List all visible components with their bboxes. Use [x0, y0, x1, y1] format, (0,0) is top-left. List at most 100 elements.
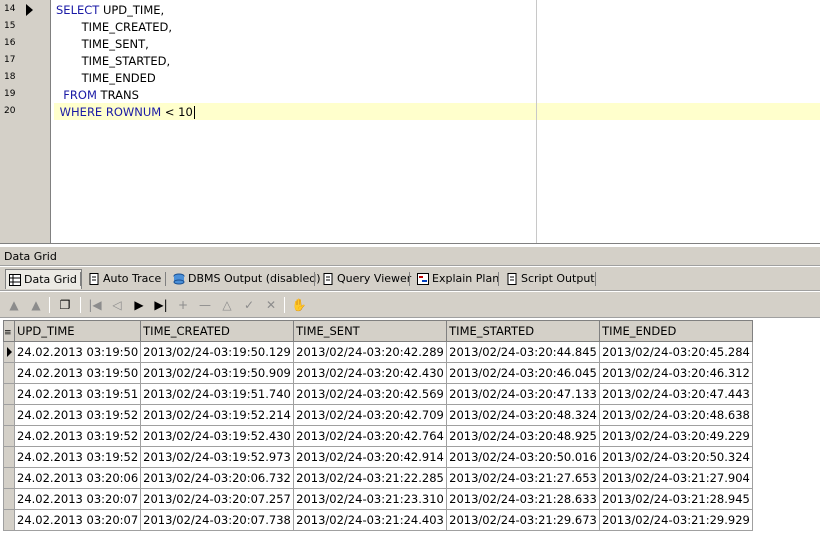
insert-icon[interactable]: +: [174, 296, 192, 314]
row-indicator[interactable]: [3, 446, 15, 468]
row-indicator[interactable]: [3, 383, 15, 405]
tab-data-grid[interactable]: Data Grid: [5, 269, 82, 289]
table-row[interactable]: 24.02.2013 03:20:07 2013/02/24-03:20:07.2…: [3, 488, 753, 510]
column-header[interactable]: UPD_TIME: [13, 320, 142, 342]
column-header[interactable]: TIME_STARTED: [446, 320, 601, 342]
tab-separator: [409, 272, 410, 286]
table-row[interactable]: 24.02.2013 03:19:51 2013/02/24-03:19:51.7…: [3, 383, 753, 405]
table-cell[interactable]: 24.02.2013 03:19:52: [13, 425, 142, 447]
table-cell[interactable]: 2013/02/24-03:19:50.129: [140, 341, 295, 363]
copy-icon[interactable]: ❐: [56, 296, 74, 314]
table-row[interactable]: 24.02.2013 03:20:07 2013/02/24-03:20:07.7…: [3, 509, 753, 531]
row-indicator[interactable]: [3, 488, 15, 510]
table-cell[interactable]: 2013/02/24-03:20:42.569: [293, 383, 448, 405]
table-cell[interactable]: 2013/02/24-03:19:52.214: [140, 404, 295, 426]
table-row[interactable]: 24.02.2013 03:19:52 2013/02/24-03:19:52.9…: [3, 446, 753, 468]
post-icon[interactable]: ✓: [240, 296, 258, 314]
hand-icon[interactable]: ✋: [290, 296, 308, 314]
export-icon[interactable]: ▲: [27, 296, 45, 314]
table-cell[interactable]: 24.02.2013 03:19:50: [13, 341, 142, 363]
import-icon[interactable]: ▲: [5, 296, 23, 314]
tab-dbms-output[interactable]: DBMS Output (disabled): [170, 269, 325, 289]
sql-text: TRANS: [96, 88, 139, 102]
table-cell[interactable]: 2013/02/24-03:20:48.638: [599, 404, 753, 426]
table-row[interactable]: 24.02.2013 03:20:06 2013/02/24-03:20:06.7…: [3, 467, 753, 489]
table-row[interactable]: 24.02.2013 03:19:52 2013/02/24-03:19:52.4…: [3, 425, 753, 447]
cancel-icon[interactable]: ✕: [262, 296, 280, 314]
table-cell[interactable]: 2013/02/24-03:21:22.285: [293, 467, 448, 489]
tab-query-viewer[interactable]: Query Viewer: [319, 269, 415, 289]
code-line[interactable]: WHERE ROWNUM < 10: [56, 104, 195, 121]
table-cell[interactable]: 2013/02/24-03:19:52.973: [140, 446, 295, 468]
first-icon[interactable]: |◀: [86, 296, 104, 314]
splitter[interactable]: [0, 243, 820, 244]
table-cell[interactable]: 2013/02/24-03:21:24.403: [293, 509, 448, 531]
tab-auto-trace[interactable]: Auto Trace: [85, 269, 165, 289]
table-cell[interactable]: 24.02.2013 03:19:50: [13, 362, 142, 384]
table-cell[interactable]: 24.02.2013 03:20:06: [13, 467, 142, 489]
table-cell[interactable]: 2013/02/24-03:20:07.738: [140, 509, 295, 531]
row-indicator[interactable]: [3, 362, 15, 384]
tab-explain-plan[interactable]: Explain Plan: [414, 269, 503, 289]
sql-editor[interactable]: 14 15 16 17 18 19 20 SELECT UPD_TIME, TI…: [0, 0, 820, 244]
table-cell[interactable]: 2013/02/24-03:20:50.016: [446, 446, 601, 468]
table-cell[interactable]: 2013/02/24-03:21:27.904: [599, 467, 753, 489]
table-cell[interactable]: 2013/02/24-03:21:27.653: [446, 467, 601, 489]
table-cell[interactable]: 2013/02/24-03:21:28.633: [446, 488, 601, 510]
row-indicator[interactable]: [3, 404, 15, 426]
table-cell[interactable]: 2013/02/24-03:19:52.430: [140, 425, 295, 447]
table-cell[interactable]: 24.02.2013 03:20:07: [13, 488, 142, 510]
table-cell[interactable]: 2013/02/24-03:19:50.909: [140, 362, 295, 384]
tab-script-output[interactable]: Script Output: [503, 269, 599, 289]
code-line[interactable]: TIME_ENDED: [56, 70, 156, 87]
table-cell[interactable]: 2013/02/24-03:20:48.324: [446, 404, 601, 426]
column-header[interactable]: TIME_ENDED: [599, 320, 753, 342]
table-cell[interactable]: 2013/02/24-03:20:42.914: [293, 446, 448, 468]
table-cell[interactable]: 2013/02/24-03:20:07.257: [140, 488, 295, 510]
table-cell[interactable]: 2013/02/24-03:21:23.310: [293, 488, 448, 510]
table-cell[interactable]: 2013/02/24-03:20:42.289: [293, 341, 448, 363]
code-line[interactable]: FROM TRANS: [56, 87, 139, 104]
table-cell[interactable]: 24.02.2013 03:19:52: [13, 446, 142, 468]
table-cell[interactable]: 2013/02/24-03:20:46.045: [446, 362, 601, 384]
table-cell[interactable]: 2013/02/24-03:20:42.764: [293, 425, 448, 447]
code-line[interactable]: TIME_STARTED,: [56, 53, 171, 70]
row-indicator[interactable]: [3, 425, 15, 447]
table-cell[interactable]: 2013/02/24-03:19:51.740: [140, 383, 295, 405]
table-cell[interactable]: 2013/02/24-03:20:50.324: [599, 446, 753, 468]
table-cell[interactable]: 2013/02/24-03:20:06.732: [140, 467, 295, 489]
row-indicator[interactable]: [3, 467, 15, 489]
table-cell[interactable]: 2013/02/24-03:21:29.673: [446, 509, 601, 531]
table-cell[interactable]: 2013/02/24-03:20:42.709: [293, 404, 448, 426]
column-header[interactable]: TIME_SENT: [293, 320, 448, 342]
next-icon[interactable]: ▶: [130, 296, 148, 314]
row-indicator[interactable]: [3, 509, 15, 531]
table-row[interactable]: 24.02.2013 03:19:52 2013/02/24-03:19:52.2…: [3, 404, 753, 426]
table-cell[interactable]: 2013/02/24-03:20:47.443: [599, 383, 753, 405]
prev-icon[interactable]: ◁: [108, 296, 126, 314]
table-cell[interactable]: 2013/02/24-03:20:45.284: [599, 341, 753, 363]
edit-icon[interactable]: △: [218, 296, 236, 314]
delete-icon[interactable]: —: [196, 296, 214, 314]
code-line[interactable]: TIME_SENT,: [56, 36, 149, 53]
table-row[interactable]: 24.02.2013 03:19:50 2013/02/24-03:19:50.1…: [3, 341, 753, 363]
table-cell[interactable]: 2013/02/24-03:20:42.430: [293, 362, 448, 384]
grid-menu-icon[interactable]: ≡: [3, 320, 15, 342]
table-cell[interactable]: 2013/02/24-03:21:29.929: [599, 509, 753, 531]
table-cell[interactable]: 2013/02/24-03:20:48.925: [446, 425, 601, 447]
row-indicator[interactable]: [3, 341, 15, 363]
table-cell[interactable]: 2013/02/24-03:20:44.845: [446, 341, 601, 363]
data-grid[interactable]: ≡ UPD_TIME TIME_CREATED TIME_SENT TIME_S…: [0, 319, 820, 553]
code-line[interactable]: SELECT UPD_TIME,: [56, 2, 164, 19]
table-cell[interactable]: 2013/02/24-03:20:49.229: [599, 425, 753, 447]
table-cell[interactable]: 24.02.2013 03:20:07: [13, 509, 142, 531]
table-row[interactable]: 24.02.2013 03:19:50 2013/02/24-03:19:50.9…: [3, 362, 753, 384]
table-cell[interactable]: 24.02.2013 03:19:52: [13, 404, 142, 426]
code-line[interactable]: TIME_CREATED,: [56, 19, 172, 36]
column-header[interactable]: TIME_CREATED: [140, 320, 295, 342]
table-cell[interactable]: 2013/02/24-03:20:47.133: [446, 383, 601, 405]
last-icon[interactable]: ▶|: [152, 296, 170, 314]
table-cell[interactable]: 2013/02/24-03:20:46.312: [599, 362, 753, 384]
table-cell[interactable]: 2013/02/24-03:21:28.945: [599, 488, 753, 510]
table-cell[interactable]: 24.02.2013 03:19:51: [13, 383, 142, 405]
